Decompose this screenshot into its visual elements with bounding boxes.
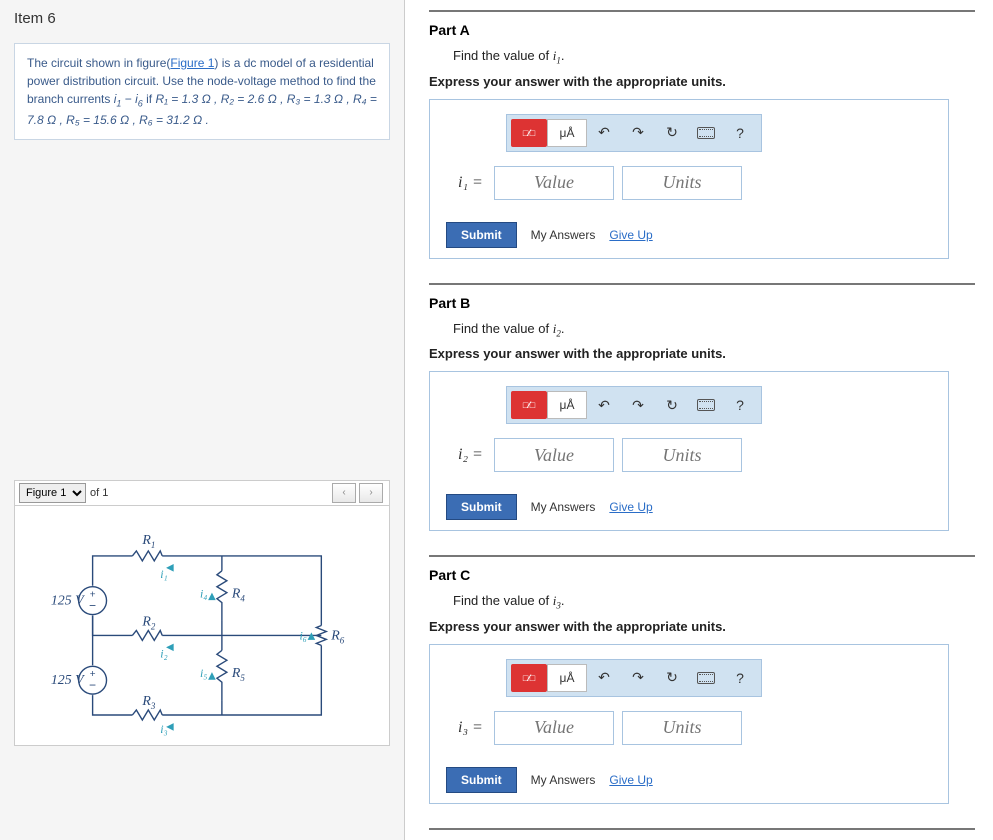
keyboard-icon (697, 127, 715, 139)
svg-text:i₄: i₄ (200, 587, 207, 601)
part-c-my-answers-link[interactable]: My Answers (531, 773, 596, 787)
help-button[interactable]: ? (723, 664, 757, 692)
units-picker-button[interactable]: μÅ (547, 391, 587, 419)
svg-text:i₂: i₂ (160, 646, 167, 660)
part-c-var-label: i₃ = (458, 719, 486, 737)
undo-button[interactable]: ↶ (587, 664, 621, 692)
problem-text-a: The circuit shown in figure( (27, 56, 170, 70)
part-c-toolbar: □⁄□ μÅ ↶ ↷ ↻ ? (506, 659, 762, 697)
help-button[interactable]: ? (723, 119, 757, 147)
part-a-question: Find the value of i1. (453, 48, 975, 66)
part-c-instruction: Express your answer with the appropriate… (429, 619, 975, 634)
templates-button[interactable]: □⁄□ (511, 119, 547, 147)
keyboard-button[interactable] (689, 391, 723, 419)
figure-count: of 1 (90, 487, 108, 499)
part-b-my-answers-link[interactable]: My Answers (531, 500, 596, 514)
figure-link[interactable]: Figure 1 (170, 56, 214, 70)
svg-text:125 V: 125 V (51, 673, 85, 688)
part-b-value-input[interactable] (494, 438, 614, 472)
svg-text:−: − (89, 598, 96, 612)
undo-button[interactable]: ↶ (587, 391, 621, 419)
part-a-var-label: i₁ = (458, 174, 486, 192)
help-button[interactable]: ? (723, 391, 757, 419)
part-b-instruction: Express your answer with the appropriate… (429, 346, 975, 361)
part-c-value-input[interactable] (494, 711, 614, 745)
item-title: Item 6 (14, 10, 390, 27)
svg-text:R2: R2 (141, 614, 156, 631)
templates-button[interactable]: □⁄□ (511, 664, 547, 692)
figure-select[interactable]: Figure 1 (19, 483, 86, 503)
part-a-units-input[interactable] (622, 166, 742, 200)
svg-text:R3: R3 (141, 694, 156, 711)
part-a-my-answers-link[interactable]: My Answers (531, 228, 596, 242)
reset-button[interactable]: ↻ (655, 119, 689, 147)
svg-text:i₁: i₁ (160, 567, 167, 581)
part-c-units-input[interactable] (622, 711, 742, 745)
problem-statement: The circuit shown in figure(Figure 1) is… (14, 43, 390, 140)
part-a-give-up-link[interactable]: Give Up (609, 228, 652, 242)
part-c-title: Part C (429, 567, 975, 583)
part-c-answer-area: □⁄□ μÅ ↶ ↷ ↻ ? i₃ = Submit My Answers Gi… (429, 644, 949, 804)
svg-text:R5: R5 (231, 666, 246, 683)
part-c-give-up-link[interactable]: Give Up (609, 773, 652, 787)
part-a-answer-area: □⁄□ μÅ ↶ ↷ ↻ ? i₁ = Submit My Answers Gi… (429, 99, 949, 259)
part-b-title: Part B (429, 295, 975, 311)
part-a: Part A Find the value of i1. Express you… (429, 10, 975, 259)
part-b-answer-area: □⁄□ μÅ ↶ ↷ ↻ ? i₂ = Submit My Answers Gi… (429, 371, 949, 531)
part-a-submit-button[interactable]: Submit (446, 222, 517, 248)
svg-text:i₆: i₆ (299, 628, 306, 642)
part-b-question: Find the value of i2. (453, 321, 975, 339)
undo-button[interactable]: ↶ (587, 119, 621, 147)
svg-text:R1: R1 (141, 533, 155, 550)
part-b: Part B Find the value of i2. Express you… (429, 283, 975, 532)
dash: − (121, 92, 135, 106)
part-b-var-label: i₂ = (458, 446, 486, 464)
redo-button[interactable]: ↷ (621, 119, 655, 147)
right-panel: Part A Find the value of i1. Express you… (405, 0, 993, 840)
keyboard-icon (697, 672, 715, 684)
redo-button[interactable]: ↷ (621, 391, 655, 419)
units-picker-button[interactable]: μÅ (547, 664, 587, 692)
reset-button[interactable]: ↻ (655, 664, 689, 692)
svg-text:i₅: i₅ (200, 666, 207, 680)
part-b-toolbar: □⁄□ μÅ ↶ ↷ ↻ ? (506, 386, 762, 424)
part-a-toolbar: □⁄□ μÅ ↶ ↷ ↻ ? (506, 114, 762, 152)
left-panel: Item 6 The circuit shown in figure(Figur… (0, 0, 405, 840)
figure-header: Figure 1 of 1 ‹ › (14, 480, 390, 506)
circuit-diagram: + − + − (23, 514, 381, 737)
figure-next-button[interactable]: › (359, 483, 383, 503)
part-a-title: Part A (429, 22, 975, 38)
part-b-give-up-link[interactable]: Give Up (609, 500, 652, 514)
svg-text:R4: R4 (231, 587, 246, 604)
part-c: Part C Find the value of i3. Express you… (429, 555, 975, 804)
cond: if (143, 92, 156, 106)
part-b-units-input[interactable] (622, 438, 742, 472)
part-c-question: Find the value of i3. (453, 593, 975, 611)
keyboard-icon (697, 399, 715, 411)
svg-text:−: − (89, 678, 96, 692)
units-picker-button[interactable]: μÅ (547, 119, 587, 147)
svg-text:R6: R6 (330, 628, 345, 645)
part-c-submit-button[interactable]: Submit (446, 767, 517, 793)
part-a-value-input[interactable] (494, 166, 614, 200)
figure-prev-button[interactable]: ‹ (332, 483, 356, 503)
svg-text:125 V: 125 V (51, 594, 85, 609)
part-b-submit-button[interactable]: Submit (446, 494, 517, 520)
templates-button[interactable]: □⁄□ (511, 391, 547, 419)
redo-button[interactable]: ↷ (621, 664, 655, 692)
keyboard-button[interactable] (689, 119, 723, 147)
part-a-instruction: Express your answer with the appropriate… (429, 74, 975, 89)
figure-section: Figure 1 of 1 ‹ › (14, 480, 390, 746)
figure-body: + − + − (14, 506, 390, 746)
reset-button[interactable]: ↻ (655, 391, 689, 419)
keyboard-button[interactable] (689, 664, 723, 692)
var-i6: i6 (135, 92, 143, 106)
svg-text:i₃: i₃ (160, 722, 167, 736)
